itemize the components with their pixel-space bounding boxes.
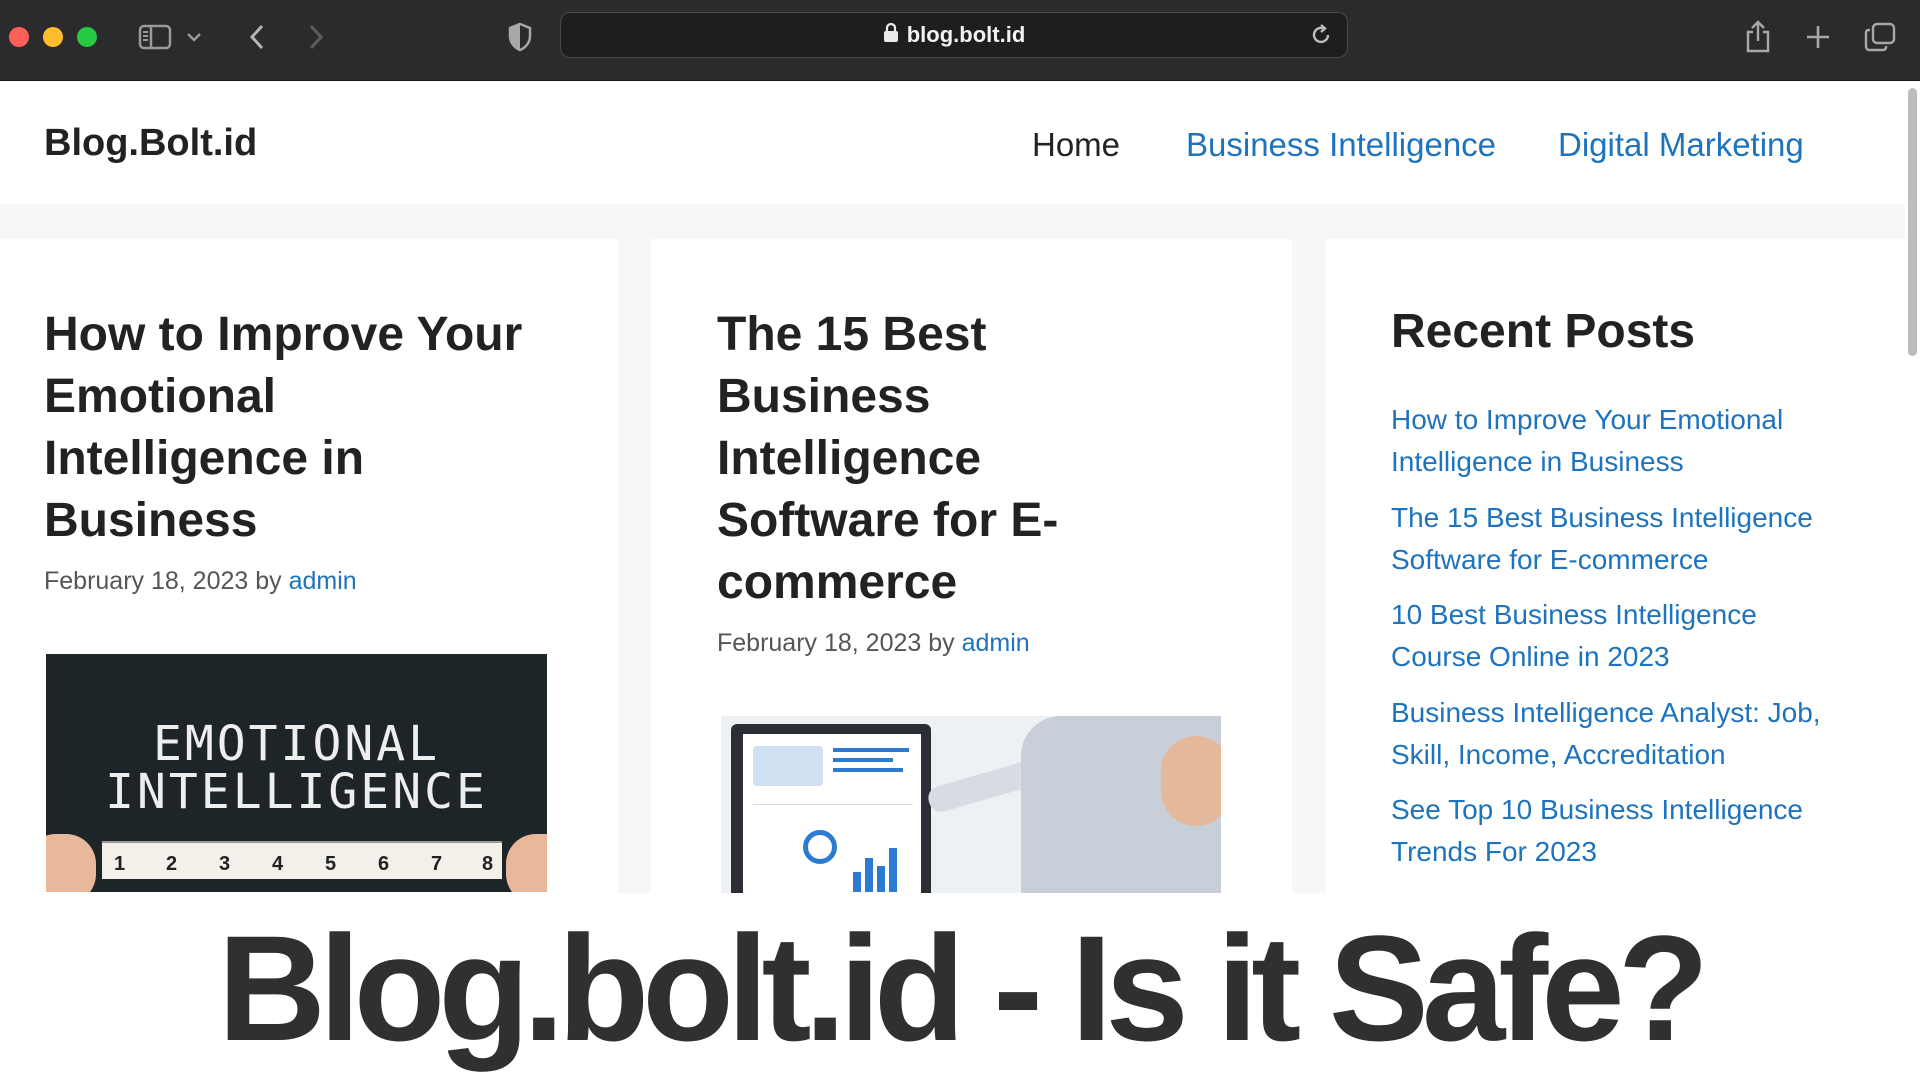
forward-icon[interactable] [296,18,336,56]
chevron-down-icon[interactable] [184,18,204,56]
nav-digital-marketing[interactable]: Digital Marketing [1558,126,1804,164]
banner-headline: Blog.bolt.id - Is it Safe? [217,904,1710,1072]
post-by: by [928,629,955,657]
post-thumbnail[interactable]: EMOTIONAL INTELLIGENCE 1 2 3 4 5 6 7 8 [46,654,547,892]
site-title-link[interactable]: Blog.Bolt.id [44,122,257,165]
post-by: by [255,567,282,595]
post-meta: February 18, 2023 by admin [44,567,357,596]
share-icon[interactable] [1738,18,1778,56]
recent-post-link[interactable]: See Top 10 Business Intelligence Trends … [1391,789,1861,873]
browser-toolbar: blog.bolt.id [0,0,1920,81]
author-link[interactable]: admin [962,629,1030,657]
hand-illustration [46,834,96,892]
post-meta: February 18, 2023 by admin [717,629,1030,658]
post-title-link[interactable]: The 15 Best Business Intelligence Softwa… [717,304,1058,614]
url-text: blog.bolt.id [906,22,1026,47]
new-tab-icon[interactable] [1798,18,1838,56]
shield-icon[interactable] [500,18,540,56]
lock-icon [883,22,899,48]
scrollbar-thumb[interactable] [1908,88,1917,356]
sidebar-icon[interactable] [135,18,175,56]
recent-post-link[interactable]: The 15 Best Business Intelligence Softwa… [1391,497,1861,581]
post-thumbnail[interactable] [721,716,1221,893]
headline-banner: Blog.bolt.id - Is it Safe? [0,893,1920,1080]
hand-illustration [506,834,547,892]
close-window-button[interactable] [9,27,29,47]
recent-post-link[interactable]: How to Improve Your Emotional Intelligen… [1391,399,1861,483]
tape-measure: 1 2 3 4 5 6 7 8 [102,841,502,879]
back-icon[interactable] [237,18,277,56]
nav-home[interactable]: Home [1032,126,1120,164]
post-title-link[interactable]: How to Improve Your Emotional Intelligen… [44,304,522,552]
image-caption: INTELLIGENCE [105,764,488,820]
minimize-window-button[interactable] [43,27,63,47]
post-date: February 18, 2023 [44,567,249,595]
tabs-overview-icon[interactable] [1860,18,1900,56]
post-date: February 18, 2023 [717,629,922,657]
reload-icon[interactable] [1309,23,1333,52]
author-link[interactable]: admin [289,567,357,595]
recent-post-link[interactable]: Business Intelligence Analyst: Job, Skil… [1391,692,1861,776]
monitor-illustration [731,724,931,893]
dashboard-screen [743,734,921,893]
zoom-window-button[interactable] [77,27,97,47]
nav-business-intelligence[interactable]: Business Intelligence [1186,126,1496,164]
face-illustration [1161,736,1221,826]
address-bar[interactable]: blog.bolt.id [560,12,1348,58]
site-header: Blog.Bolt.id Home Business Intelligence … [0,82,1905,204]
widget-title: Recent Posts [1391,305,1696,358]
recent-post-link[interactable]: 10 Best Business Intelligence Course Onl… [1391,594,1861,678]
